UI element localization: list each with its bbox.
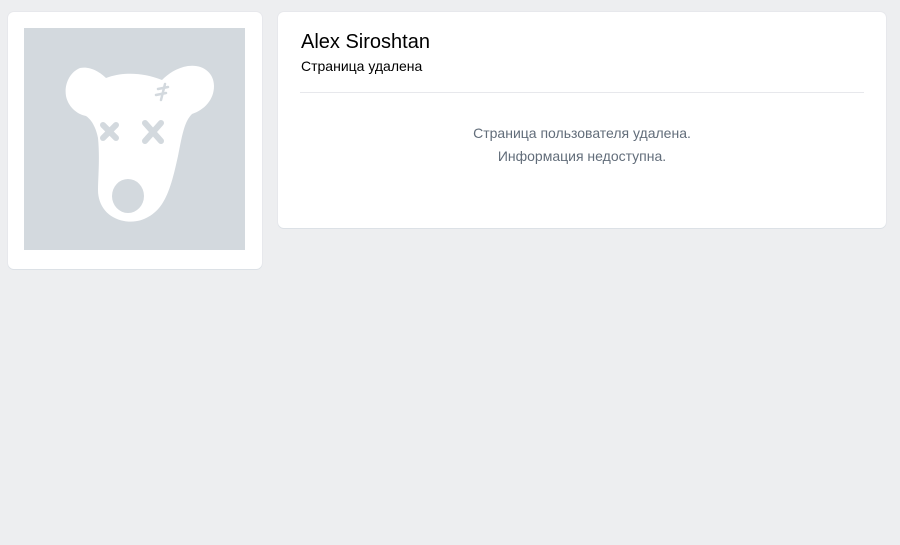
deleted-notice: Страница пользователя удалена. Информаци… — [278, 122, 886, 168]
avatar-card — [8, 12, 262, 269]
profile-page: Alex Siroshtan Страница удалена Страница… — [0, 0, 900, 545]
profile-info-card: Alex Siroshtan Страница удалена Страница… — [278, 12, 886, 228]
dog-mouth — [112, 179, 144, 213]
deleted-notice-line-2: Информация недоступна. — [497, 148, 667, 164]
avatar — [24, 28, 245, 250]
profile-status: Страница удалена — [301, 58, 423, 74]
deleted-dog-icon — [24, 28, 245, 250]
divider — [300, 92, 864, 93]
profile-name: Alex Siroshtan — [301, 31, 430, 53]
deleted-notice-line-1: Страница пользователя удалена. — [473, 125, 691, 141]
